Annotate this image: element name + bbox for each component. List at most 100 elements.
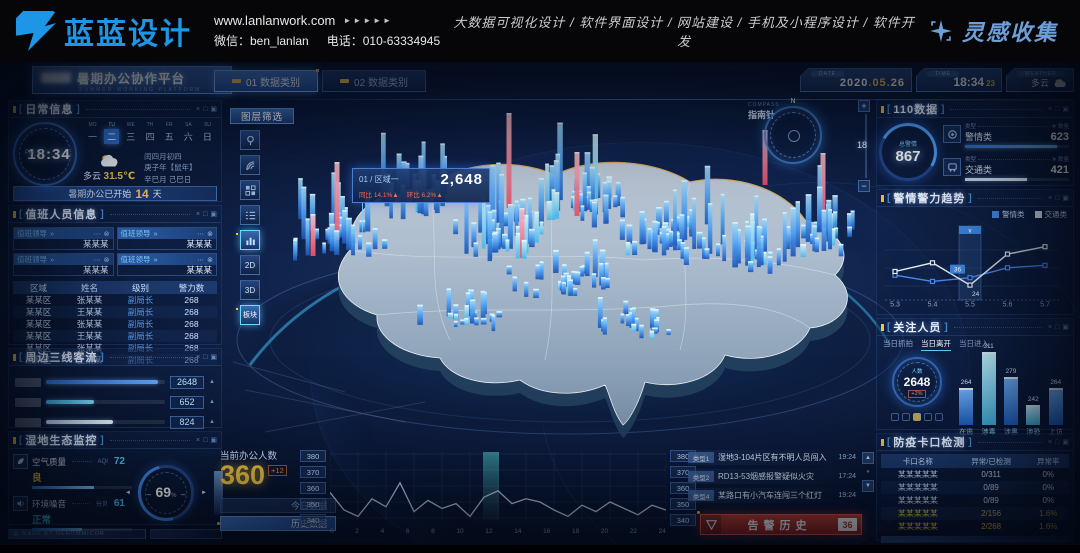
scroll-down-button[interactable]: ▼	[862, 480, 874, 492]
focus-bar-column[interactable]: 264上访	[1049, 379, 1063, 437]
more-icon[interactable]: ⋯	[94, 256, 101, 264]
focus-tab[interactable]: 当日离开	[921, 338, 951, 351]
more-icon[interactable]: ⋯	[197, 230, 204, 238]
focus-bar-column[interactable]: 264在逃	[959, 379, 973, 437]
expand-icon[interactable]: ▣	[1062, 106, 1069, 113]
weekday-cell[interactable]: SA六	[181, 122, 196, 144]
more-icon[interactable]: ⋯	[197, 256, 204, 264]
focus-bar-column[interactable]: 242涉恐	[1026, 396, 1040, 437]
scroll-up-button[interactable]: ▲	[862, 452, 874, 464]
table-row[interactable]: 某某某某某0/3110%	[881, 468, 1069, 481]
layer-chart-button[interactable]	[240, 230, 260, 250]
close-icon[interactable]: ×	[196, 106, 200, 113]
layer-pin-button[interactable]	[240, 130, 260, 150]
mini-icon[interactable]	[924, 413, 932, 421]
close-icon[interactable]: ×	[196, 211, 200, 218]
focus-tab[interactable]: 当日抓拍	[883, 338, 913, 351]
table-row[interactable]: 某某某某某0/890%	[881, 481, 1069, 494]
checkpoint-col-header[interactable]: 异常/已检测	[955, 454, 1028, 468]
duty-col-header[interactable]: 警力数	[166, 281, 217, 294]
weekday-cell[interactable]: TH四	[142, 122, 157, 144]
inspiration-collect[interactable]: 灵感收集	[928, 15, 1058, 47]
right-arrow-icon[interactable]: ►	[201, 490, 207, 496]
mini-icon[interactable]	[891, 413, 899, 421]
table-row[interactable]: 某某区王某某副局长268	[13, 330, 217, 342]
legend-item[interactable]: 交通类	[1035, 209, 1068, 220]
alert-row[interactable]: 类型1湿地3-104片区有不明人员闯入19:24	[688, 450, 856, 465]
mini-icon-active[interactable]	[913, 413, 921, 421]
alert-history-button[interactable]: 告警历史 36	[700, 514, 862, 535]
table-row[interactable]: 某某某某某2/2681.6%	[881, 520, 1069, 533]
weekday-cell[interactable]: TU二	[104, 122, 119, 144]
expand-icon[interactable]: ▣	[210, 437, 217, 444]
zoom-out-button[interactable]: −	[858, 180, 870, 192]
layer-block-button[interactable]: 板块	[240, 305, 260, 325]
remove-icon[interactable]: ⊗	[207, 256, 213, 264]
duty-role: 值班领导	[17, 228, 47, 239]
window-icon[interactable]: □	[1055, 439, 1059, 446]
weekday-cell[interactable]: WE三	[123, 122, 138, 144]
expand-icon[interactable]: ▣	[1062, 195, 1069, 202]
close-icon[interactable]: ×	[196, 437, 200, 444]
zoom-in-button[interactable]: +	[858, 100, 870, 112]
expand-icon[interactable]: ▣	[1062, 439, 1069, 446]
tab-data-category[interactable]: 02 数据类别	[322, 70, 426, 92]
remove-icon[interactable]: ⊗	[104, 230, 110, 238]
close-icon[interactable]: ×	[196, 354, 200, 361]
alert-row[interactable]: 类型4某路口有小汽车连闯三个红灯19:24	[688, 488, 856, 503]
expand-icon[interactable]: ▣	[210, 106, 217, 113]
expand-icon[interactable]: ▣	[1062, 324, 1069, 331]
legend-item[interactable]: 警情类	[992, 209, 1025, 220]
logo[interactable]: 蓝蓝设计	[16, 9, 192, 53]
table-row[interactable]: 某某某某某0/890%	[881, 494, 1069, 507]
close-icon[interactable]: ×	[1048, 324, 1052, 331]
duty-card[interactable]: 值班领导»⋯⊗ 某某某	[13, 253, 114, 276]
duty-card[interactable]: 值班领导»⋯⊗ 某某某	[117, 253, 218, 276]
weekday-cell[interactable]: MO一	[85, 122, 100, 144]
close-icon[interactable]: ×	[1048, 439, 1052, 446]
mini-icon[interactable]	[935, 413, 943, 421]
table-row[interactable]: 某某区张某某副局长268	[13, 318, 217, 330]
layer-3d-button[interactable]: 3D	[240, 280, 260, 300]
y-axis-tick: 340	[300, 514, 326, 526]
table-row[interactable]: 某某区张某某副局长268	[13, 294, 217, 306]
focus-bar-column[interactable]: 279涉黑	[1004, 368, 1018, 437]
weekday-cell[interactable]: FR五	[162, 122, 177, 144]
table-row[interactable]: 某某某某某2/1561.6%	[881, 507, 1069, 520]
window-icon[interactable]: □	[1055, 324, 1059, 331]
layer-2d-button[interactable]: 2D	[240, 255, 260, 275]
website-link[interactable]: www.lanlanwork.com	[214, 13, 335, 28]
weekday-cell[interactable]: SU日	[200, 122, 215, 144]
table-row[interactable]: 某某区王某某副局长268	[13, 306, 217, 318]
expand-icon[interactable]: ▣	[210, 211, 217, 218]
window-icon[interactable]: □	[1055, 106, 1059, 113]
duty-col-header[interactable]: 区域	[13, 281, 64, 294]
layer-grid-button[interactable]	[240, 180, 260, 200]
tab-data-category[interactable]: 01 数据类别	[214, 70, 318, 92]
focus-gauge-value: 2648	[904, 375, 931, 389]
window-icon[interactable]: □	[203, 106, 207, 113]
window-icon[interactable]: □	[203, 354, 207, 361]
mini-icon[interactable]	[902, 413, 910, 421]
window-icon[interactable]: □	[203, 211, 207, 218]
weather-desc: 多云	[83, 171, 101, 181]
expand-icon[interactable]: ▣	[210, 354, 217, 361]
close-icon[interactable]: ×	[1048, 106, 1052, 113]
duty-card[interactable]: 值班领导»⋯⊗ 某某某	[13, 227, 114, 250]
remove-icon[interactable]: ⊗	[104, 256, 110, 264]
alert-row[interactable]: 类型2RD13-53烟感报警疑似火灾17:24	[688, 469, 856, 484]
duty-col-header[interactable]: 级别	[115, 281, 166, 294]
remove-icon[interactable]: ⊗	[207, 230, 213, 238]
layer-list-button[interactable]	[240, 205, 260, 225]
layer-signal-button[interactable]	[240, 155, 260, 175]
close-icon[interactable]: ×	[1048, 195, 1052, 202]
duty-card[interactable]: 值班领导»⋯⊗ 某某某	[117, 227, 218, 250]
focus-bar-column[interactable]: 311涉毒	[982, 343, 996, 437]
checkpoint-col-header[interactable]: 异常率	[1028, 454, 1069, 468]
duty-col-header[interactable]: 姓名	[64, 281, 115, 294]
checkpoint-col-header[interactable]: 卡口名称	[881, 454, 955, 468]
more-icon[interactable]: ⋯	[94, 230, 101, 238]
window-icon[interactable]: □	[1055, 195, 1059, 202]
left-arrow-icon[interactable]: ◄	[125, 490, 131, 496]
window-icon[interactable]: □	[203, 437, 207, 444]
